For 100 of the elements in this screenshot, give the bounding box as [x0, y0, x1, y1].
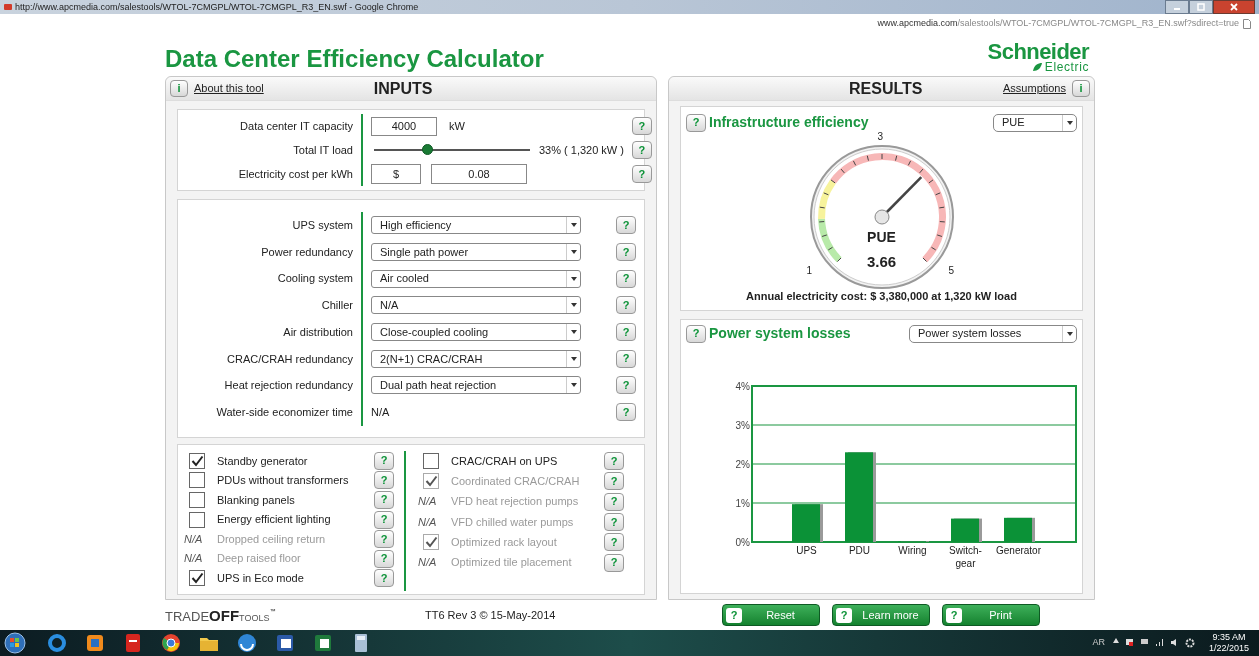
option-label: Energy efficient lighting [217, 512, 332, 528]
checkbox[interactable] [189, 472, 205, 489]
circle-icon[interactable] [160, 632, 182, 654]
axis-label: Wiring [897, 544, 928, 558]
start-button[interactable] [4, 632, 26, 654]
help-button[interactable]: ? [686, 324, 706, 343]
flag-icon[interactable] [1124, 638, 1134, 647]
help-button[interactable]: ? [374, 451, 394, 470]
help-button[interactable]: ? [374, 549, 394, 568]
help-button[interactable]: ? [374, 530, 394, 549]
checkbox[interactable] [423, 453, 439, 470]
dropdown[interactable]: N/A [371, 296, 581, 315]
dropdown[interactable]: High efficiency [371, 216, 581, 235]
help-button[interactable]: ? [632, 165, 652, 183]
dropdown[interactable]: Single path power [371, 243, 581, 262]
dropdown[interactable]: Air cooled [371, 269, 581, 288]
help-button[interactable]: ? [604, 513, 624, 532]
help-button[interactable]: ? [632, 141, 652, 159]
clock-time[interactable]: 9:35 AM [1212, 632, 1246, 643]
option-label: Coordinated CRAC/CRAH [451, 474, 581, 490]
help-button[interactable]: ? [616, 349, 636, 368]
card-title: Infrastructure efficiency [709, 113, 869, 132]
caret-icon [570, 383, 577, 388]
checkbox[interactable] [189, 570, 205, 587]
help-button[interactable]: ? [374, 569, 394, 588]
help-button[interactable]: ? [632, 117, 652, 135]
help-button[interactable]: ? [374, 471, 394, 490]
footer-button[interactable]: ? Reset [722, 604, 820, 626]
caret-icon [570, 250, 577, 255]
na-label: N/A [184, 551, 204, 567]
gear-icon[interactable] [1184, 638, 1195, 648]
help-button[interactable]: ? [616, 323, 636, 342]
assumptions-link[interactable]: Assumptions [1003, 80, 1066, 97]
arrow-up-icon[interactable] [1112, 638, 1119, 643]
help-button[interactable]: ? [616, 376, 636, 395]
currency-field[interactable]: $ [371, 164, 421, 184]
logo-text: Schneider [987, 41, 1089, 63]
slider-thumb[interactable] [422, 144, 434, 155]
ring-icon[interactable] [46, 632, 68, 654]
help-button[interactable]: ? [616, 216, 636, 235]
bar [1004, 517, 1035, 542]
clock-date[interactable]: 1/22/2015 [1208, 643, 1249, 654]
help-button[interactable]: ? [686, 113, 706, 132]
capacity-field[interactable]: 4000 [371, 116, 437, 136]
signal-icon[interactable] [1154, 638, 1164, 647]
minimize-button[interactable] [1165, 0, 1189, 14]
footer-button[interactable]: ? Print [942, 604, 1040, 626]
axis-label: 4% [735, 381, 750, 392]
slider-track[interactable] [371, 144, 533, 156]
help-button[interactable]: ? [616, 243, 636, 262]
speaker-icon[interactable] [1169, 638, 1179, 647]
help-button[interactable]: ? [374, 510, 394, 529]
gauge-value: 3.66 [865, 252, 898, 272]
spreadsheet-icon[interactable] [312, 632, 334, 654]
close-button[interactable] [1213, 0, 1255, 14]
dropdown[interactable]: PUE [993, 113, 1077, 132]
help-button[interactable]: ? [616, 296, 636, 315]
help-button[interactable]: ? [616, 269, 636, 288]
dropdown[interactable]: Close-coupled cooling [371, 323, 581, 342]
maximize-button[interactable] [1189, 0, 1213, 14]
window-title: http://www.apcmedia.com/salestools/WTOL-7CMGPL/WTOL-7CMGPL_R3_EN.swf - Google Chrome [15, 2, 419, 12]
panel-title: RESULTS [849, 78, 923, 99]
cost-field[interactable]: 0.08 [431, 164, 527, 184]
help-button[interactable]: ? [616, 403, 636, 422]
field-label: Data center IT capacity [239, 118, 354, 134]
caret-icon [570, 330, 577, 335]
checkbox[interactable] [189, 511, 205, 528]
option-label: Optimized rack layout [451, 535, 558, 551]
axis-label: 0% [735, 537, 750, 546]
help-button[interactable]: ? [604, 492, 624, 511]
dropdown[interactable]: 2(N+1) CRAC/CRAH [371, 349, 581, 368]
caret-icon [1066, 120, 1073, 125]
dropdown[interactable]: Power system losses [909, 324, 1077, 343]
close-icon [1230, 3, 1238, 11]
info-button[interactable]: i [1072, 80, 1090, 97]
axis-label: PDU [847, 544, 872, 558]
about-link[interactable]: About this tool [194, 80, 264, 97]
value-text: N/A [371, 404, 390, 420]
option-label: Optimized tile placement [451, 555, 573, 571]
checkbox[interactable] [189, 452, 205, 469]
bar [951, 518, 982, 542]
checkbox[interactable] [189, 491, 205, 508]
na-label: N/A [418, 494, 438, 510]
help-button[interactable]: ? [604, 452, 624, 471]
app-title: Data Center Efficiency Calculator [165, 47, 544, 71]
help-button[interactable]: ? [374, 490, 394, 509]
na-label: N/A [418, 555, 438, 571]
dropdown[interactable]: Dual path heat rejection [371, 376, 581, 395]
document-icon[interactable] [274, 632, 296, 654]
gauge-tick-label: 1 [806, 264, 813, 278]
gauge-tick-label: 5 [948, 264, 955, 278]
slider-reading: 33% ( 1,320 kW ) [539, 142, 624, 158]
info-button[interactable]: i [170, 80, 188, 97]
help-button[interactable]: ? [604, 553, 624, 572]
network-icon[interactable] [1139, 638, 1149, 647]
circle-icon[interactable] [236, 632, 258, 654]
language-indicator[interactable]: AR [1092, 636, 1105, 650]
unit-label: kW [449, 118, 465, 134]
media-icon[interactable] [84, 632, 106, 654]
footer-button[interactable]: ? Learn more [832, 604, 930, 626]
